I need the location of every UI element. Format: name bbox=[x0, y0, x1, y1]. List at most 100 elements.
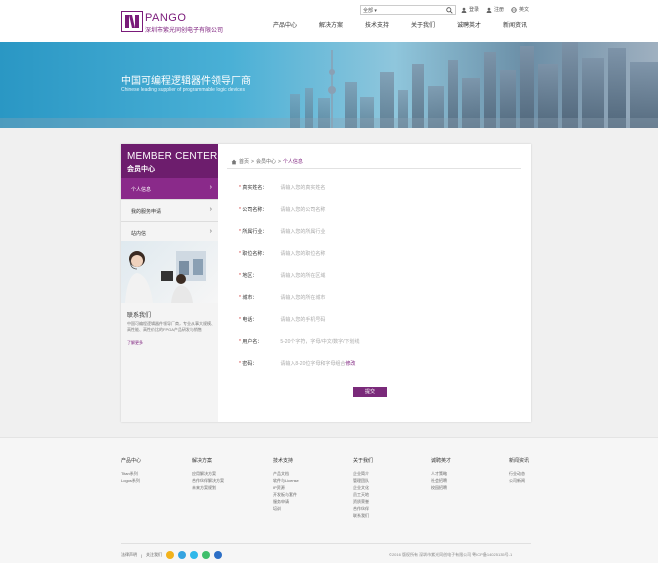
globe-icon bbox=[511, 6, 517, 13]
nav-news[interactable]: 新闻资讯 bbox=[492, 20, 538, 29]
footer-link[interactable]: 开发板与套件 bbox=[273, 491, 299, 498]
site-footer: 产品中心 Titan系列 Logos系列 解决方案 应用解决方案 合作伙伴解决方… bbox=[0, 437, 658, 563]
search-icon[interactable] bbox=[446, 7, 453, 14]
sidebar-title-en: MEMBER CENTER bbox=[127, 151, 218, 162]
footer-link[interactable]: Titan系列 bbox=[121, 470, 141, 477]
field-label: 所属行业： bbox=[242, 229, 268, 235]
footer-column-support: 技术支持 产品文档 软件与License IP资源 开发板与套件 服务申请 培训 bbox=[273, 457, 299, 512]
field-label: 城市： bbox=[242, 295, 258, 301]
sidebar-item-label: 个人信息 bbox=[131, 187, 152, 193]
footer-link[interactable]: 联系我们 bbox=[353, 512, 373, 519]
nav-products[interactable]: 产品中心 bbox=[262, 20, 308, 29]
city-skyline-image bbox=[0, 42, 658, 128]
footer-link[interactable]: 软件与License bbox=[273, 477, 299, 484]
footer-link[interactable]: 企业文化 bbox=[353, 484, 373, 491]
breadcrumb-divider bbox=[227, 168, 521, 169]
nav-solutions[interactable]: 解决方案 bbox=[308, 20, 354, 29]
footer-column-products: 产品中心 Titan系列 Logos系列 bbox=[121, 457, 141, 484]
nav-careers[interactable]: 诚聘英才 bbox=[446, 20, 492, 29]
footer-link[interactable]: 未来方案规划 bbox=[192, 484, 224, 491]
submit-button[interactable]: 提交 bbox=[353, 387, 387, 397]
footer-column-about: 关于我们 企业简介 管理团队 企业文化 员工天地 资质荣誉 合作伙伴 联系我们 bbox=[353, 457, 373, 519]
member-center-panel: MEMBER CENTER 会员中心 个人信息 › 我的服务申请 › 站内信 › bbox=[121, 144, 531, 422]
footer-link[interactable]: 合作伙伴解决方案 bbox=[192, 477, 224, 484]
breadcrumb-current: 个人信息 bbox=[282, 159, 303, 165]
form-row-city: * 城市： 请输入您的所在城市 bbox=[239, 294, 325, 301]
footer-link[interactable]: 员工天地 bbox=[353, 491, 373, 498]
form-row-username: * 用户名： 5-20个字符，字母/中文/数字/下划线 bbox=[239, 338, 360, 345]
logo-text-en: PANGO bbox=[145, 12, 187, 24]
register-label: 注册 bbox=[494, 7, 505, 13]
logo-text-cn: 深圳市紫光同创电子有限公司 bbox=[145, 28, 224, 34]
footer-link[interactable]: IP资源 bbox=[273, 484, 299, 491]
chevron-right-icon: › bbox=[209, 206, 212, 213]
main-nav: 产品中心 解决方案 技术支持 关于我们 诚聘英才 新闻资讯 bbox=[262, 20, 538, 29]
footer-column-title[interactable]: 关于我们 bbox=[353, 457, 373, 464]
follow-label: 关注我们 bbox=[146, 552, 163, 557]
footer-link[interactable]: 行业动态 bbox=[509, 470, 529, 477]
footer-link[interactable]: 培训 bbox=[273, 505, 299, 512]
field-label: 电话： bbox=[242, 317, 258, 323]
footer-link[interactable]: Logos系列 bbox=[121, 477, 141, 484]
sidebar-item-profile[interactable]: 个人信息 › bbox=[121, 178, 218, 200]
phone-input[interactable]: 请输入您的手机号码 bbox=[280, 317, 325, 323]
chevron-right-icon: › bbox=[209, 228, 212, 235]
form-row-region: * 地区： 请输入您的所在区域 bbox=[239, 272, 325, 279]
city-input[interactable]: 请输入您的所在城市 bbox=[280, 295, 325, 301]
footer-link[interactable]: 合作伙伴 bbox=[353, 505, 373, 512]
position-input[interactable]: 请输入您的职位名称 bbox=[280, 251, 325, 257]
contact-more-link[interactable]: 了解更多 bbox=[127, 340, 143, 346]
language-link[interactable]: 英文 bbox=[511, 6, 529, 13]
login-link[interactable]: 登录 bbox=[461, 6, 479, 13]
legal-link[interactable]: 法律声明 bbox=[121, 552, 137, 558]
company-input[interactable]: 请输入您的公司名称 bbox=[280, 207, 325, 213]
nav-about[interactable]: 关于我们 bbox=[400, 20, 446, 29]
footer-link[interactable]: 社会招聘 bbox=[431, 477, 451, 484]
home-icon[interactable] bbox=[231, 159, 237, 165]
field-label: 地区： bbox=[242, 273, 258, 279]
footer-link[interactable]: 人才策略 bbox=[431, 470, 451, 477]
divider: | bbox=[141, 552, 143, 558]
weibo-icon[interactable] bbox=[178, 551, 187, 559]
footer-link[interactable]: 企业简介 bbox=[353, 470, 373, 477]
footer-column-title[interactable]: 技术支持 bbox=[273, 457, 299, 464]
pango-logo-icon[interactable] bbox=[121, 11, 143, 32]
form-row-real-name: * 真实姓名： 请输入您的真实姓名 bbox=[239, 184, 325, 191]
footer-link[interactable]: 资质荣誉 bbox=[353, 498, 373, 505]
footer-link[interactable]: 应用解决方案 bbox=[192, 470, 224, 477]
footer-link[interactable]: 管理团队 bbox=[353, 477, 373, 484]
footer-column-title[interactable]: 新闻资讯 bbox=[509, 457, 529, 464]
field-label: 真实姓名： bbox=[242, 185, 268, 191]
footer-column-title[interactable]: 诚聘英才 bbox=[431, 457, 451, 464]
footer-column-careers: 诚聘英才 人才策略 社会招聘 校园招聘 bbox=[431, 457, 451, 491]
qq-icon[interactable] bbox=[166, 551, 175, 559]
wechat-icon[interactable] bbox=[202, 551, 211, 559]
nav-support[interactable]: 技术支持 bbox=[354, 20, 400, 29]
footer-column-title[interactable]: 解决方案 bbox=[192, 457, 224, 464]
footer-column-title[interactable]: 产品中心 bbox=[121, 457, 141, 464]
tencent-weibo-icon[interactable] bbox=[190, 551, 199, 559]
industry-input[interactable]: 请输入您的所属行业 bbox=[280, 229, 325, 235]
password-input[interactable]: 请输入8-20位字母和字母组合 bbox=[280, 361, 345, 367]
login-label: 登录 bbox=[469, 7, 480, 13]
password-edit-link[interactable]: 修改 bbox=[345, 361, 355, 367]
banner-title: 中国可编程逻辑器件领导厂商 bbox=[121, 76, 251, 87]
real-name-input[interactable]: 请输入您的真实姓名 bbox=[280, 185, 325, 191]
user-icon bbox=[461, 7, 467, 13]
sidebar-item-label: 我的服务申请 bbox=[131, 209, 162, 215]
search-input[interactable]: 全部 ▾ bbox=[360, 5, 456, 15]
footer-link[interactable]: 公司新闻 bbox=[509, 477, 529, 484]
region-input[interactable]: 请输入您的所在区域 bbox=[280, 273, 325, 279]
search-scope-select[interactable]: 全部 ▾ bbox=[363, 7, 377, 14]
form-row-company: * 公司名称： 请输入您的公司名称 bbox=[239, 206, 325, 213]
register-link[interactable]: 注册 bbox=[486, 6, 504, 13]
breadcrumb-home[interactable]: 首页 bbox=[239, 158, 249, 165]
site-header: PANGO 深圳市紫光同创电子有限公司 全部 ▾ 登录 注册 英文 产品中心 解… bbox=[0, 0, 658, 42]
footer-link[interactable]: 产品文档 bbox=[273, 470, 299, 477]
username-input[interactable]: 5-20个字符，字母/中文/数字/下划线 bbox=[280, 339, 359, 345]
footer-link[interactable]: 服务申请 bbox=[273, 498, 299, 505]
email-icon[interactable] bbox=[214, 551, 223, 559]
footer-link[interactable]: 校园招聘 bbox=[431, 484, 451, 491]
breadcrumb-member-center[interactable]: 会员中心 bbox=[256, 158, 276, 165]
sidebar-item-service-requests[interactable]: 我的服务申请 › bbox=[121, 200, 218, 222]
